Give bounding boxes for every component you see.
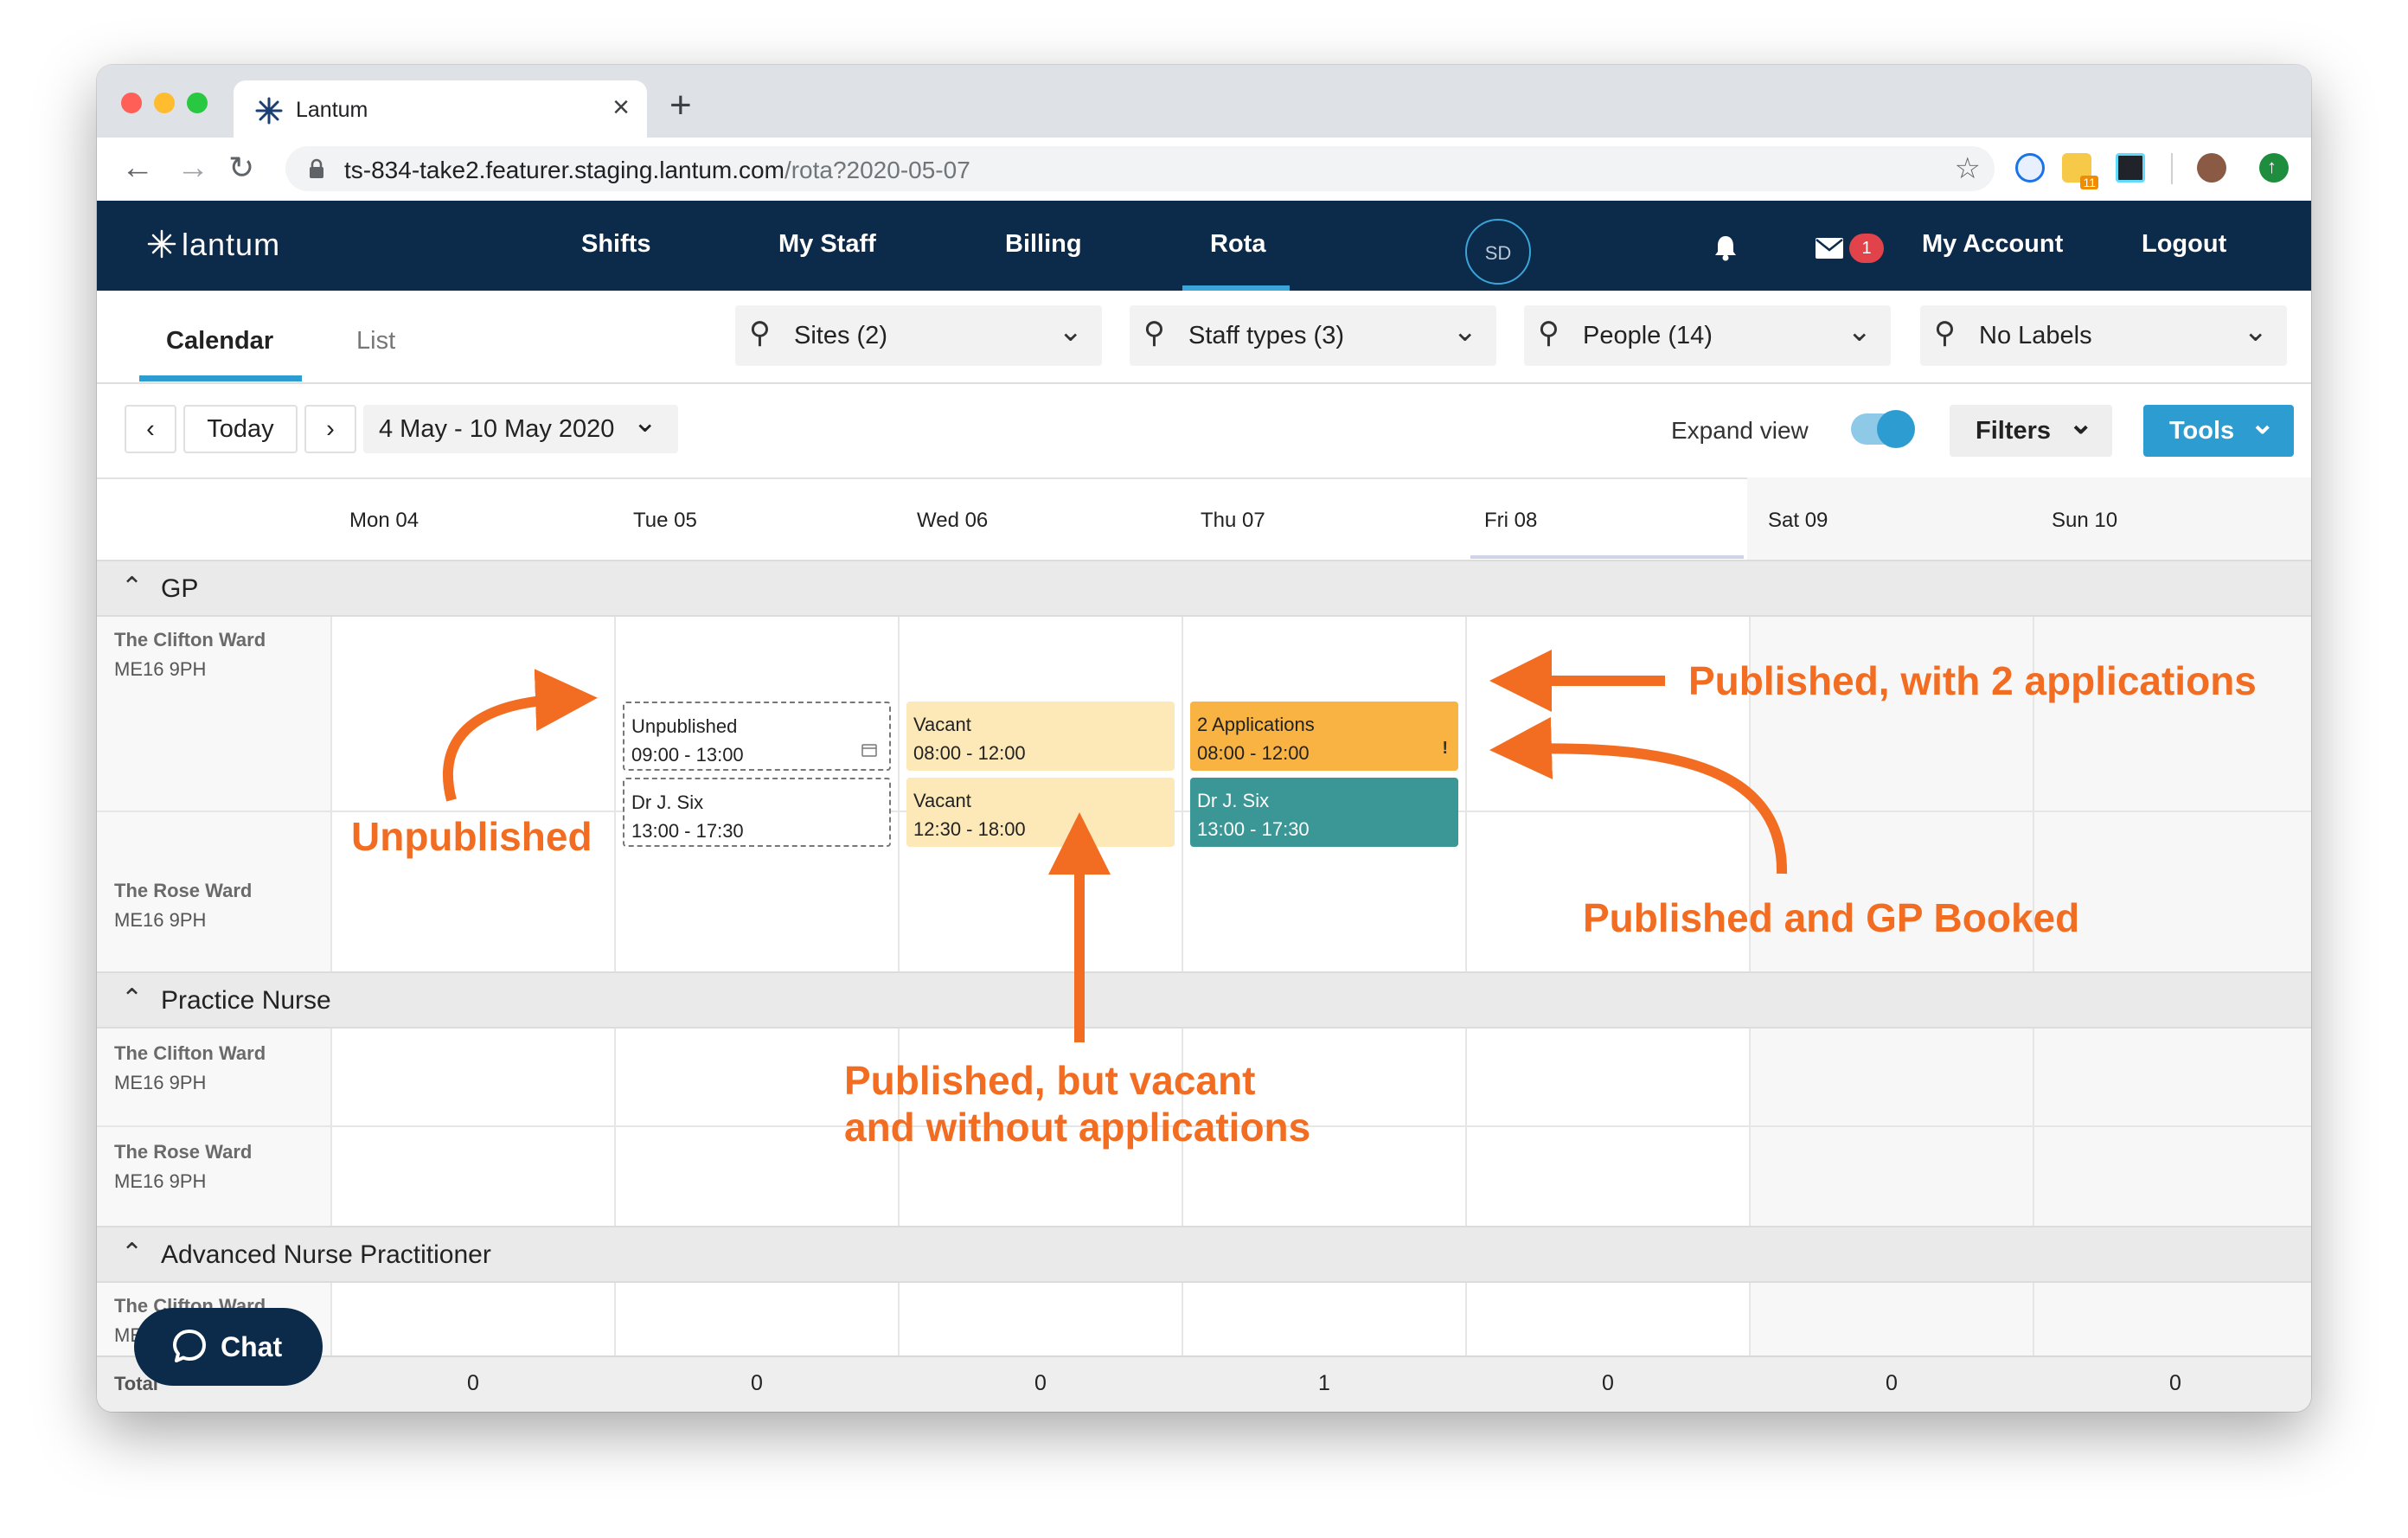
annotation-vacant-line2: and without applications bbox=[844, 1105, 1311, 1150]
annotation-vacant: Published, but vacant and without applic… bbox=[844, 1057, 1310, 1150]
annotation-unpublished: Unpublished bbox=[351, 814, 592, 859]
annotation-booked: Published and GP Booked bbox=[1583, 895, 2080, 940]
annotation-arrows bbox=[443, 650, 1788, 1042]
arrow-unpublished bbox=[443, 669, 598, 802]
chat-label: Chat bbox=[221, 1331, 283, 1362]
chat-bubble-icon bbox=[173, 1330, 206, 1362]
annotation-published-applications: Published, with 2 applications bbox=[1688, 658, 2257, 703]
arrow-booked bbox=[1489, 716, 1788, 875]
chat-button[interactable]: Chat bbox=[134, 1308, 323, 1386]
annotation-vacant-line1: Published, but vacant bbox=[844, 1058, 1256, 1103]
